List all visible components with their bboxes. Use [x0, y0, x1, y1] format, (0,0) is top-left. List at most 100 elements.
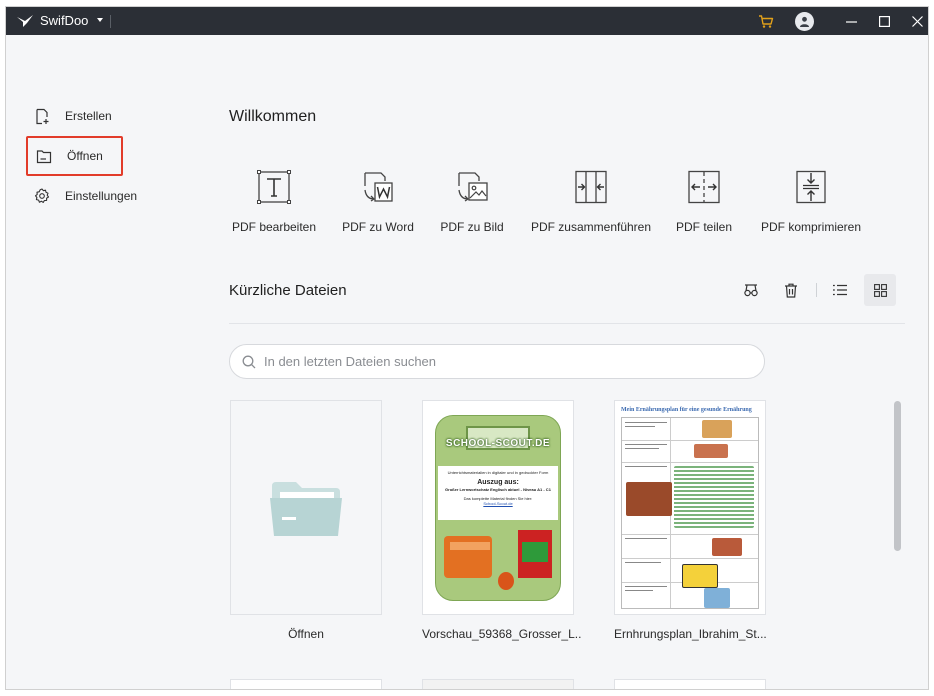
- grid-view-button[interactable]: [864, 274, 896, 306]
- file-thumbnail: SCHOOL-SCOUT.DE Unterrichtsmaterialien i…: [435, 415, 561, 601]
- file-card-next-row[interactable]: [614, 679, 766, 689]
- user-button[interactable]: [792, 7, 816, 35]
- tool-split-pdf[interactable]: PDF teilen: [675, 167, 733, 234]
- thumb-heading: Auszug aus:: [477, 479, 519, 486]
- sidebar-item-label: Erstellen: [65, 109, 112, 123]
- tool-label: PDF komprimieren: [760, 220, 862, 234]
- thumb-table: [621, 417, 759, 609]
- search-box[interactable]: [229, 344, 765, 379]
- delete-button[interactable]: [775, 274, 807, 306]
- thumb-banner: Unterrichtsmaterialien in digitaler und …: [438, 466, 558, 520]
- thumb-line: [625, 466, 667, 467]
- minimize-icon: [845, 20, 857, 23]
- thumb-text: Unterrichtsmaterialien in digitaler und …: [447, 470, 549, 475]
- list-view-button[interactable]: [824, 274, 856, 306]
- food-photo: [626, 482, 672, 516]
- thumb-line: [625, 586, 667, 587]
- split-icon: [688, 170, 720, 204]
- trash-icon: [785, 283, 797, 298]
- create-file-icon: [36, 108, 49, 124]
- pdf-to-word-icon: [364, 172, 393, 202]
- file-thumbnail: Mein Ernährungsplan für eine gesunde Ern…: [621, 407, 761, 609]
- clean-button[interactable]: [735, 274, 767, 306]
- compress-icon: [796, 170, 826, 204]
- toolbar-separator: [816, 283, 817, 297]
- file-name: Vorschau_59368_Grosser_L...: [422, 627, 582, 641]
- maximize-icon: [878, 15, 890, 27]
- user-icon: [799, 16, 809, 27]
- title-separator: [110, 15, 111, 28]
- thumb-line: [625, 538, 667, 539]
- close-button[interactable]: [905, 7, 928, 35]
- sidebar-item-open[interactable]: Öffnen: [26, 136, 123, 176]
- clean-icon: [744, 284, 758, 297]
- thumb-line: [625, 448, 659, 449]
- search-input[interactable]: [262, 353, 746, 370]
- tool-label: PDF zu Word: [342, 220, 414, 234]
- thumb-line: [625, 426, 655, 427]
- food-photo: [702, 420, 732, 438]
- maximize-button[interactable]: [872, 7, 896, 35]
- tool-merge-pdf[interactable]: PDF zusammenführen: [530, 167, 652, 234]
- minimize-button[interactable]: [839, 7, 863, 35]
- file-name: Öffnen: [288, 627, 324, 641]
- grid-view-icon: [873, 283, 887, 297]
- chart-graphic: [674, 466, 754, 528]
- cart-button[interactable]: [755, 7, 777, 35]
- app-name[interactable]: SwifDoo: [40, 13, 88, 28]
- thumb-link: School-Scout.de: [483, 501, 513, 506]
- thumb-brand: SCHOOL-SCOUT.DE: [445, 438, 551, 449]
- tool-pdf-to-word[interactable]: PDF zu Word: [342, 167, 414, 234]
- sidebar-item-create[interactable]: Erstellen: [30, 100, 195, 132]
- edit-text-icon: [257, 170, 291, 204]
- file-card[interactable]: Mein Ernährungsplan für eine gesunde Ern…: [614, 400, 766, 615]
- books-graphic: [450, 542, 490, 550]
- tool-pdf-to-image[interactable]: PDF zu Bild: [440, 167, 504, 234]
- search-icon: [242, 355, 256, 368]
- pdf-to-image-icon: [458, 172, 488, 202]
- tool-label: PDF zusammenführen: [530, 220, 652, 234]
- thumb-line: [625, 590, 653, 591]
- thumb-line: [625, 444, 667, 445]
- cart-icon: [759, 14, 774, 28]
- avatar: [794, 11, 814, 31]
- sidebar-item-label: Öffnen: [67, 149, 103, 163]
- thumb-line: [625, 422, 667, 423]
- tool-edit-pdf[interactable]: PDF bearbeiten: [231, 167, 317, 234]
- thumb-title: Mein Ernährungsplan für eine gesunde Ern…: [621, 407, 752, 413]
- open-file-icon: [36, 149, 52, 163]
- file-card[interactable]: SCHOOL-SCOUT.DE Unterrichtsmaterialien i…: [422, 400, 574, 615]
- list-view-icon: [833, 284, 847, 296]
- tool-label: PDF bearbeiten: [231, 220, 317, 234]
- scrollbar-thumb[interactable]: [894, 401, 901, 551]
- sidebar-item-settings[interactable]: Einstellungen: [30, 180, 195, 212]
- merge-icon: [575, 170, 607, 204]
- page-title: Willkommen: [229, 108, 317, 125]
- sidebar: Erstellen Öffnen Einstellungen: [6, 35, 201, 689]
- file-card-next-row[interactable]: [230, 679, 382, 689]
- tool-label: PDF teilen: [675, 220, 733, 234]
- thumb-line: [625, 562, 661, 563]
- divider: [229, 323, 905, 324]
- food-photo: [694, 444, 728, 458]
- tool-label: PDF zu Bild: [440, 220, 504, 234]
- tool-compress-pdf[interactable]: PDF komprimieren: [760, 167, 862, 234]
- water-photo: [704, 588, 730, 608]
- file-name: Ernhrungsplan_Ibrahim_St...: [614, 627, 767, 641]
- swifdoo-logo-icon: [17, 15, 33, 27]
- sidebar-item-label: Einstellungen: [65, 189, 138, 203]
- book-cover-graphic: [522, 542, 548, 562]
- gear-icon: [34, 188, 50, 203]
- note-graphic: [682, 564, 718, 588]
- food-photo: [712, 538, 742, 556]
- open-file-card[interactable]: [230, 400, 382, 615]
- file-card-next-row[interactable]: [422, 679, 574, 689]
- folder-icon: [270, 482, 342, 536]
- app-window: SwifDoo Erstellen Öffnen Einstellungen W…: [5, 6, 929, 690]
- thumb-subtitle: Großer Lernwortschatz Englisch aktuel - …: [445, 487, 551, 492]
- mouse-graphic: [498, 572, 514, 590]
- title-bar: SwifDoo: [6, 7, 928, 35]
- app-menu-caret-icon[interactable]: [97, 18, 103, 22]
- close-icon: [911, 15, 923, 27]
- recent-files-title: Kürzliche Dateien: [229, 282, 347, 299]
